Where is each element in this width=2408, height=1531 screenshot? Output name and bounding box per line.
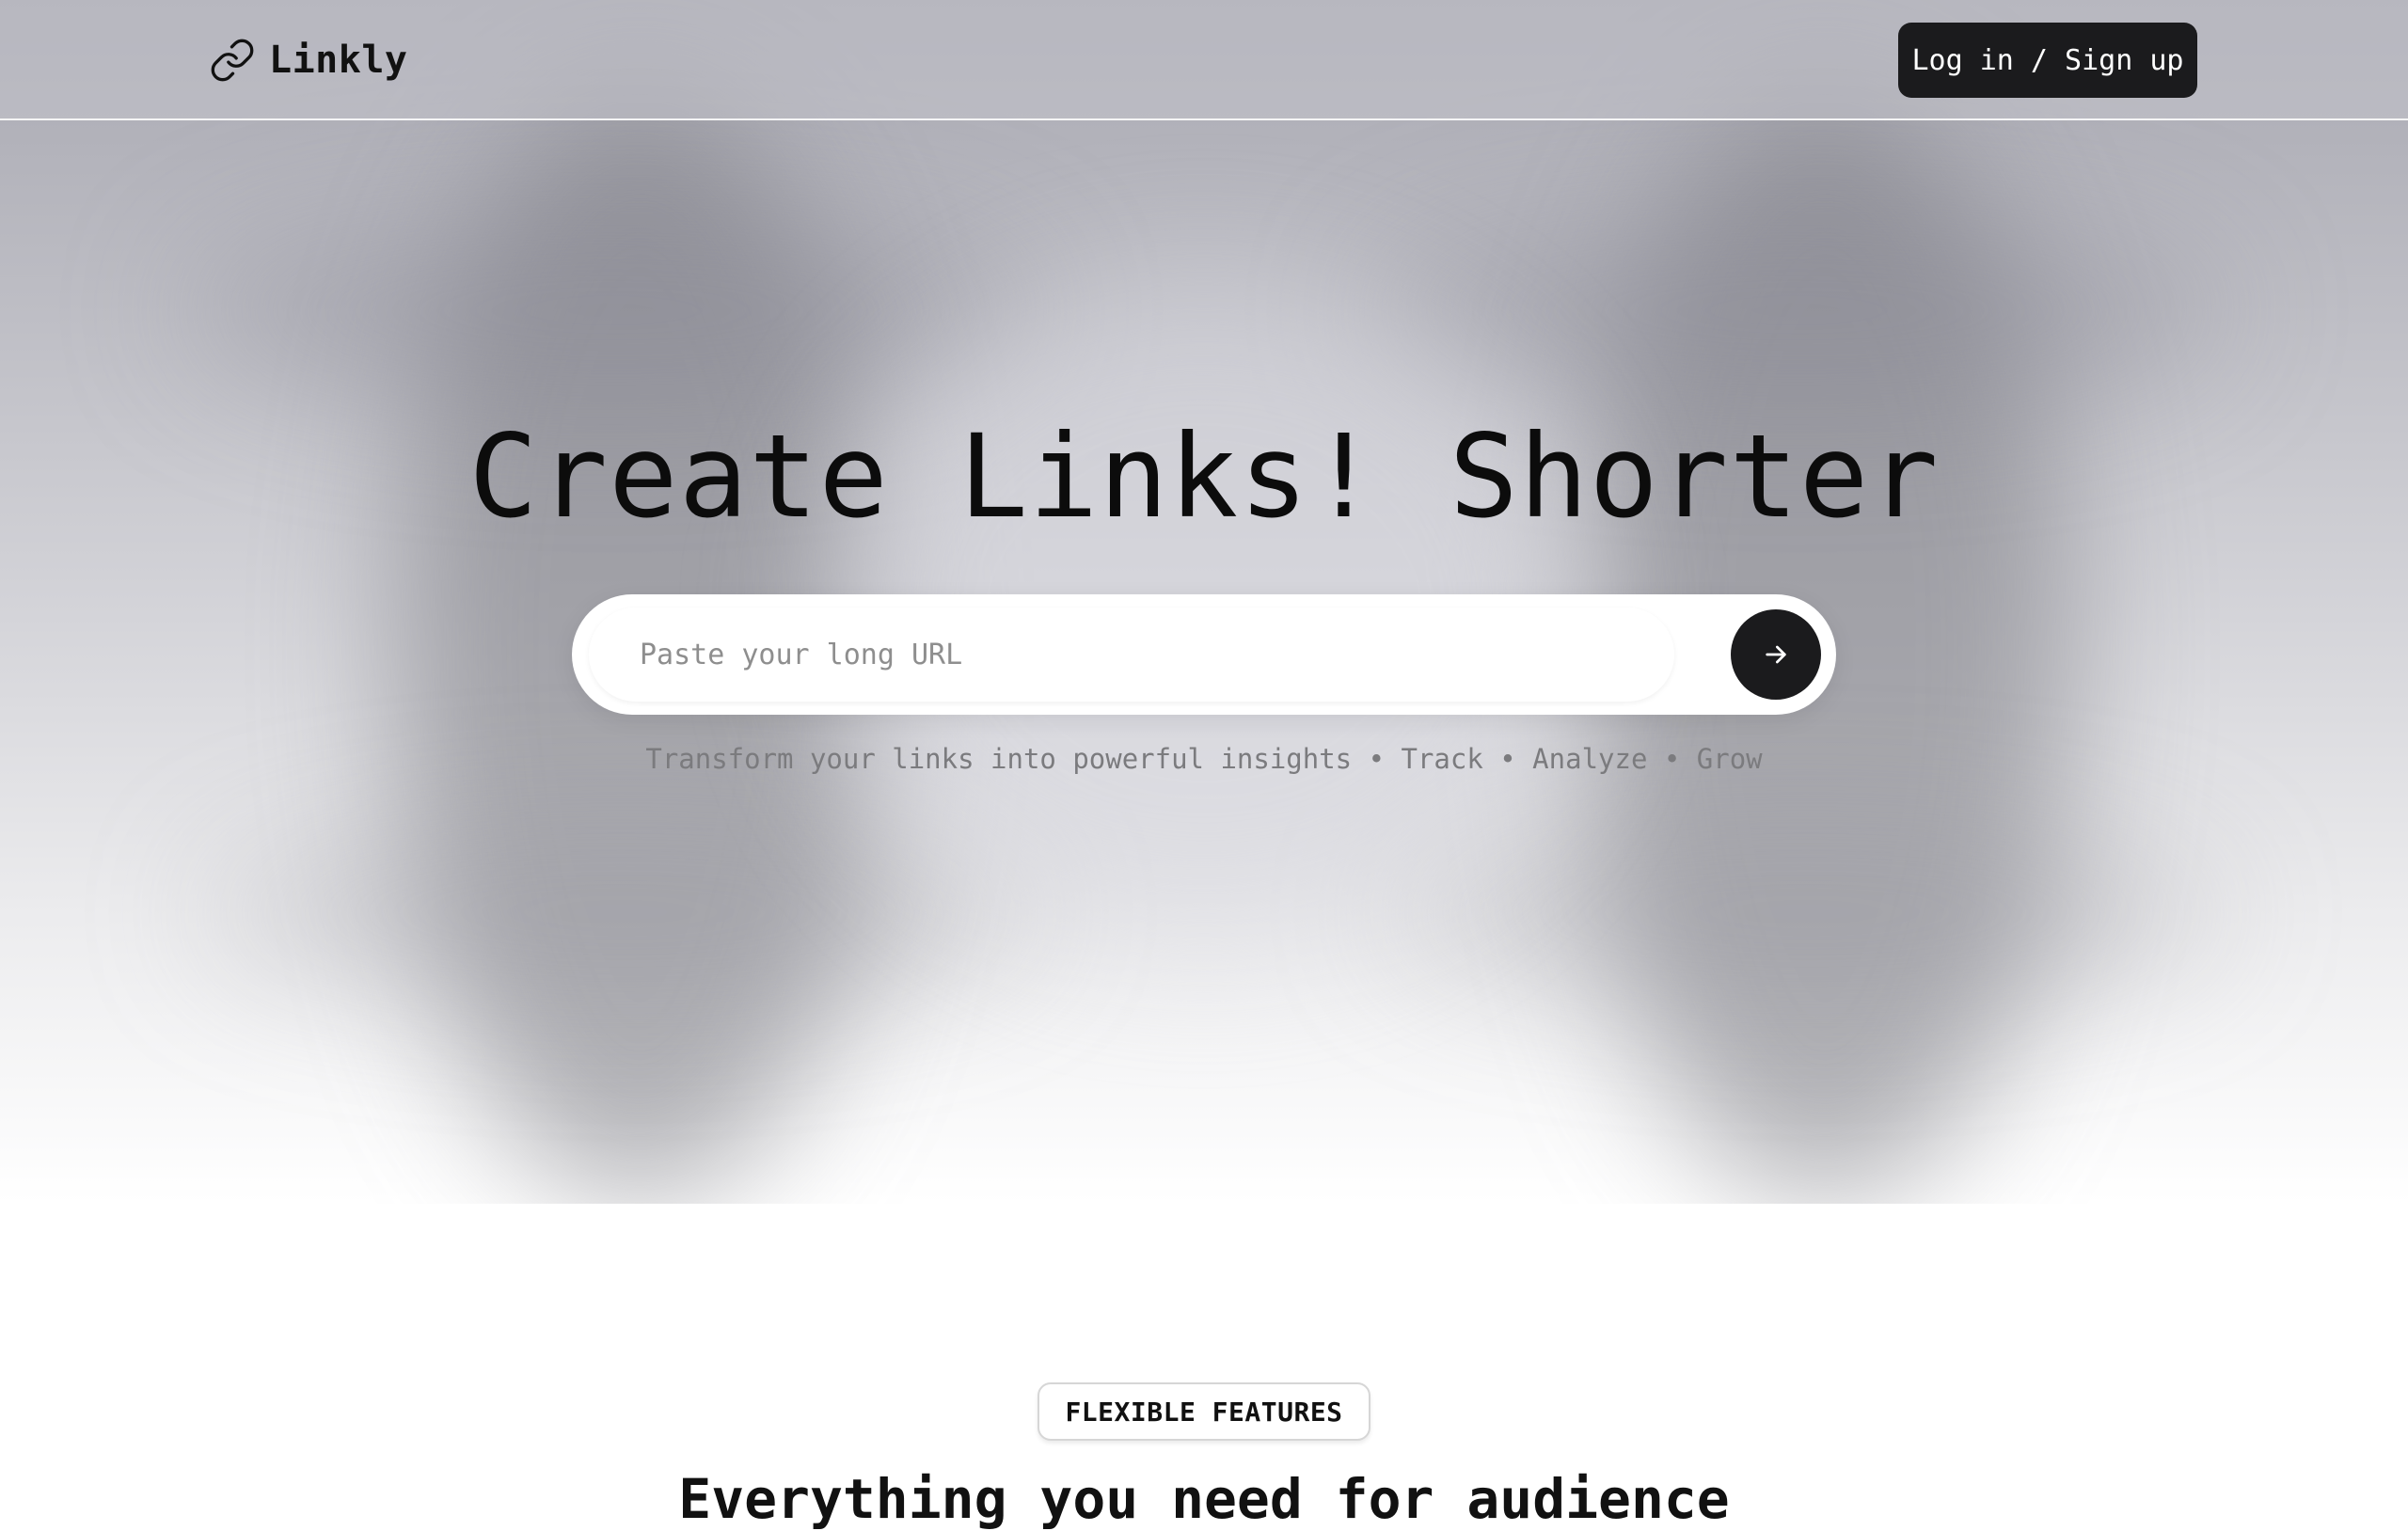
top-navbar: Linkly Log in / Sign up — [0, 0, 2408, 120]
link-icon — [209, 37, 256, 84]
long-url-input[interactable] — [589, 608, 1674, 702]
brand-logo[interactable]: Linkly — [209, 34, 408, 87]
features-badge: FLEXIBLE FEATURES — [1038, 1382, 1370, 1441]
brand-name: Linkly — [269, 39, 408, 82]
hero-background-shape — [1392, 828, 2220, 997]
hero-title: Create Links! Shorter — [468, 410, 1940, 544]
shorten-submit-button[interactable] — [1731, 609, 1821, 700]
hero-background-shape — [188, 216, 1035, 404]
hero-background-shape — [1373, 216, 2220, 404]
features-title: Everything you need for audience — [678, 1467, 1730, 1531]
hero-section: Create Links! Shorter Transform your lin… — [0, 0, 2408, 1204]
hero-tagline: Transform your links into powerful insig… — [645, 743, 1763, 775]
login-signup-button[interactable]: Log in / Sign up — [1898, 23, 2197, 98]
shorten-url-form — [572, 594, 1836, 715]
arrow-right-icon — [1761, 639, 1791, 670]
hero-background-shape — [207, 828, 1035, 997]
